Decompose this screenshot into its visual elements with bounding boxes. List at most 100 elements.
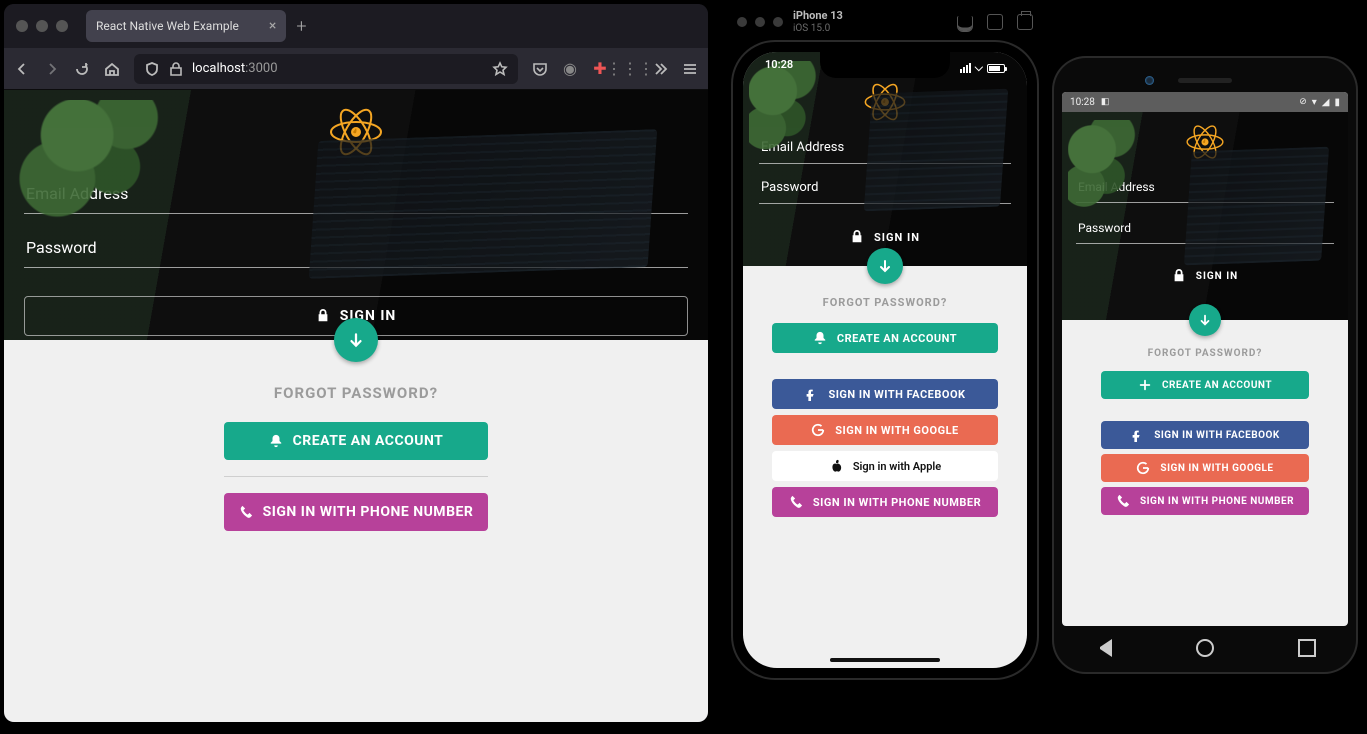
google-icon	[1136, 461, 1150, 475]
browser-viewport: Email Address Password SIGN IN FORGOT PA…	[4, 90, 708, 722]
scroll-down-fab[interactable]	[334, 318, 378, 362]
password-field[interactable]: Password	[24, 214, 688, 268]
signin-phone-button[interactable]: SIGN IN WITH PHONE NUMBER	[772, 487, 998, 517]
wifi-icon: ▾	[1312, 97, 1317, 108]
address-bar[interactable]: localhost:3000	[134, 54, 518, 84]
sim-rotate-icon[interactable]	[1017, 14, 1033, 30]
forgot-password-link[interactable]: FORGOT PASSWORD?	[743, 296, 1027, 309]
signin-facebook-label: SIGN IN WITH FACEBOOK	[1154, 430, 1280, 441]
browser-tab[interactable]: React Native Web Example ×	[86, 10, 286, 42]
android-home-button[interactable]	[1196, 639, 1214, 657]
password-field[interactable]: Password	[759, 164, 1011, 204]
minimize-dot[interactable]	[755, 17, 765, 27]
lock-icon	[168, 61, 184, 77]
signin-label: SIGN IN	[1196, 271, 1238, 282]
wifi-icon: ⌵	[975, 61, 983, 75]
signin-phone-button[interactable]: SIGN IN WITH PHONE NUMBER	[1101, 487, 1309, 515]
android-clock: 10:28	[1070, 97, 1095, 108]
tab-title: React Native Web Example	[96, 19, 239, 33]
minimize-dot[interactable]	[36, 20, 48, 32]
new-tab-button[interactable]: +	[296, 16, 306, 37]
home-indicator[interactable]	[830, 658, 940, 662]
signin-button[interactable]: SIGN IN	[1076, 262, 1334, 290]
close-dot[interactable]	[737, 17, 747, 27]
signin-google-button[interactable]: SIGN IN WITH GOOGLE	[772, 415, 998, 445]
create-account-button[interactable]: CREATE AN ACCOUNT	[1101, 371, 1309, 399]
hamburger-icon[interactable]	[682, 61, 698, 77]
hero-section: Email Address Password SIGN IN	[4, 90, 708, 340]
ext-icon-1[interactable]: ◉	[562, 61, 578, 77]
bookmark-star-icon[interactable]	[492, 61, 508, 77]
lower-section: FORGOT PASSWORD? CREATE AN ACCOUNT SIGN …	[4, 340, 708, 571]
iphone-screen: 10:28 ⌵ Email Address Password SIGN IN	[743, 52, 1027, 668]
signin-google-button[interactable]: SIGN IN WITH GOOGLE	[1101, 454, 1309, 482]
home-icon[interactable]	[104, 61, 120, 77]
email-field[interactable]: Email Address	[759, 124, 1011, 164]
facebook-icon	[804, 387, 818, 401]
app-logo-icon	[863, 80, 907, 124]
sim-title: iPhone 13 iOS 15.0	[793, 10, 843, 33]
reload-icon[interactable]	[74, 61, 90, 77]
sim-window-controls[interactable]	[737, 17, 783, 27]
scroll-down-fab[interactable]	[867, 248, 903, 284]
ext-icon-3[interactable]: ⋮⋮⋮	[622, 61, 638, 77]
signal-icon	[960, 63, 971, 73]
android-status-bar: 10:28 ◧ ⊘ ▾ ◢ ▮	[1062, 92, 1348, 112]
scroll-down-fab[interactable]	[1189, 304, 1221, 336]
forgot-password-link[interactable]: FORGOT PASSWORD?	[1062, 348, 1348, 359]
google-icon	[811, 423, 825, 437]
simulator-titlebar: iPhone 13 iOS 15.0	[725, 4, 1045, 40]
hero-section: Email Address Password SIGN IN	[743, 52, 1027, 266]
android-back-button[interactable]	[1094, 639, 1112, 657]
bell-icon	[269, 434, 283, 448]
arrow-down-icon	[877, 258, 893, 274]
sim-screenshot-icon[interactable]	[987, 14, 1003, 30]
password-field[interactable]: Password	[1076, 203, 1334, 244]
create-account-button[interactable]: CREATE AN ACCOUNT	[224, 422, 488, 460]
window-controls[interactable]	[16, 20, 68, 32]
android-recents-button[interactable]	[1298, 639, 1316, 657]
android-screen: 10:28 ◧ ⊘ ▾ ◢ ▮ Email Address Password S…	[1062, 92, 1348, 626]
create-account-button[interactable]: CREATE AN ACCOUNT	[772, 323, 998, 353]
email-field[interactable]: Email Address	[24, 160, 688, 214]
signin-facebook-button[interactable]: SIGN IN WITH FACEBOOK	[772, 379, 998, 409]
iphone-frame: 10:28 ⌵ Email Address Password SIGN IN	[731, 40, 1039, 680]
phone-icon	[789, 495, 803, 509]
forgot-password-link[interactable]: FORGOT PASSWORD?	[4, 384, 708, 402]
lock-icon	[1172, 269, 1186, 283]
lower-section: FORGOT PASSWORD? CREATE AN ACCOUNT SIGN …	[743, 266, 1027, 557]
nav-forward-icon[interactable]	[44, 61, 60, 77]
bell-icon	[813, 331, 827, 345]
close-tab-icon[interactable]: ×	[269, 18, 276, 34]
battery-icon: ▮	[1334, 97, 1340, 108]
signin-facebook-label: SIGN IN WITH FACEBOOK	[828, 388, 965, 401]
signin-phone-button[interactable]: SIGN IN WITH PHONE NUMBER	[224, 493, 488, 531]
nav-back-icon[interactable]	[14, 61, 30, 77]
speaker-grill	[1178, 78, 1232, 83]
sim-home-icon[interactable]	[957, 16, 973, 32]
email-field[interactable]: Email Address	[1076, 162, 1334, 203]
battery-icon	[987, 64, 1005, 73]
app-logo-icon	[328, 104, 384, 160]
divider	[224, 476, 488, 477]
browser-toolbar: localhost:3000 ◉ ✚ ⋮⋮⋮	[4, 48, 708, 90]
lock-icon	[850, 230, 864, 244]
facebook-icon	[1130, 428, 1144, 442]
ios-simulator-window: iPhone 13 iOS 15.0 10:28 ⌵	[725, 4, 1045, 722]
overflow-icon[interactable]	[652, 61, 668, 77]
sim-toolbar-icons[interactable]	[957, 14, 1033, 30]
close-dot[interactable]	[16, 20, 28, 32]
zoom-dot[interactable]	[773, 17, 783, 27]
lock-icon	[316, 309, 330, 323]
plus-icon	[1138, 378, 1152, 392]
pocket-icon[interactable]	[532, 61, 548, 77]
signin-google-label: SIGN IN WITH GOOGLE	[1160, 463, 1273, 474]
android-emulator-frame: 10:28 ◧ ⊘ ▾ ◢ ▮ Email Address Password S…	[1052, 56, 1358, 674]
signin-apple-button[interactable]: Sign in with Apple	[772, 451, 998, 481]
signin-phone-label: SIGN IN WITH PHONE NUMBER	[813, 496, 981, 509]
signin-facebook-button[interactable]: SIGN IN WITH FACEBOOK	[1101, 421, 1309, 449]
front-camera	[1145, 76, 1154, 85]
create-account-label: CREATE AN ACCOUNT	[837, 332, 957, 345]
phone-icon	[239, 505, 253, 519]
zoom-dot[interactable]	[56, 20, 68, 32]
